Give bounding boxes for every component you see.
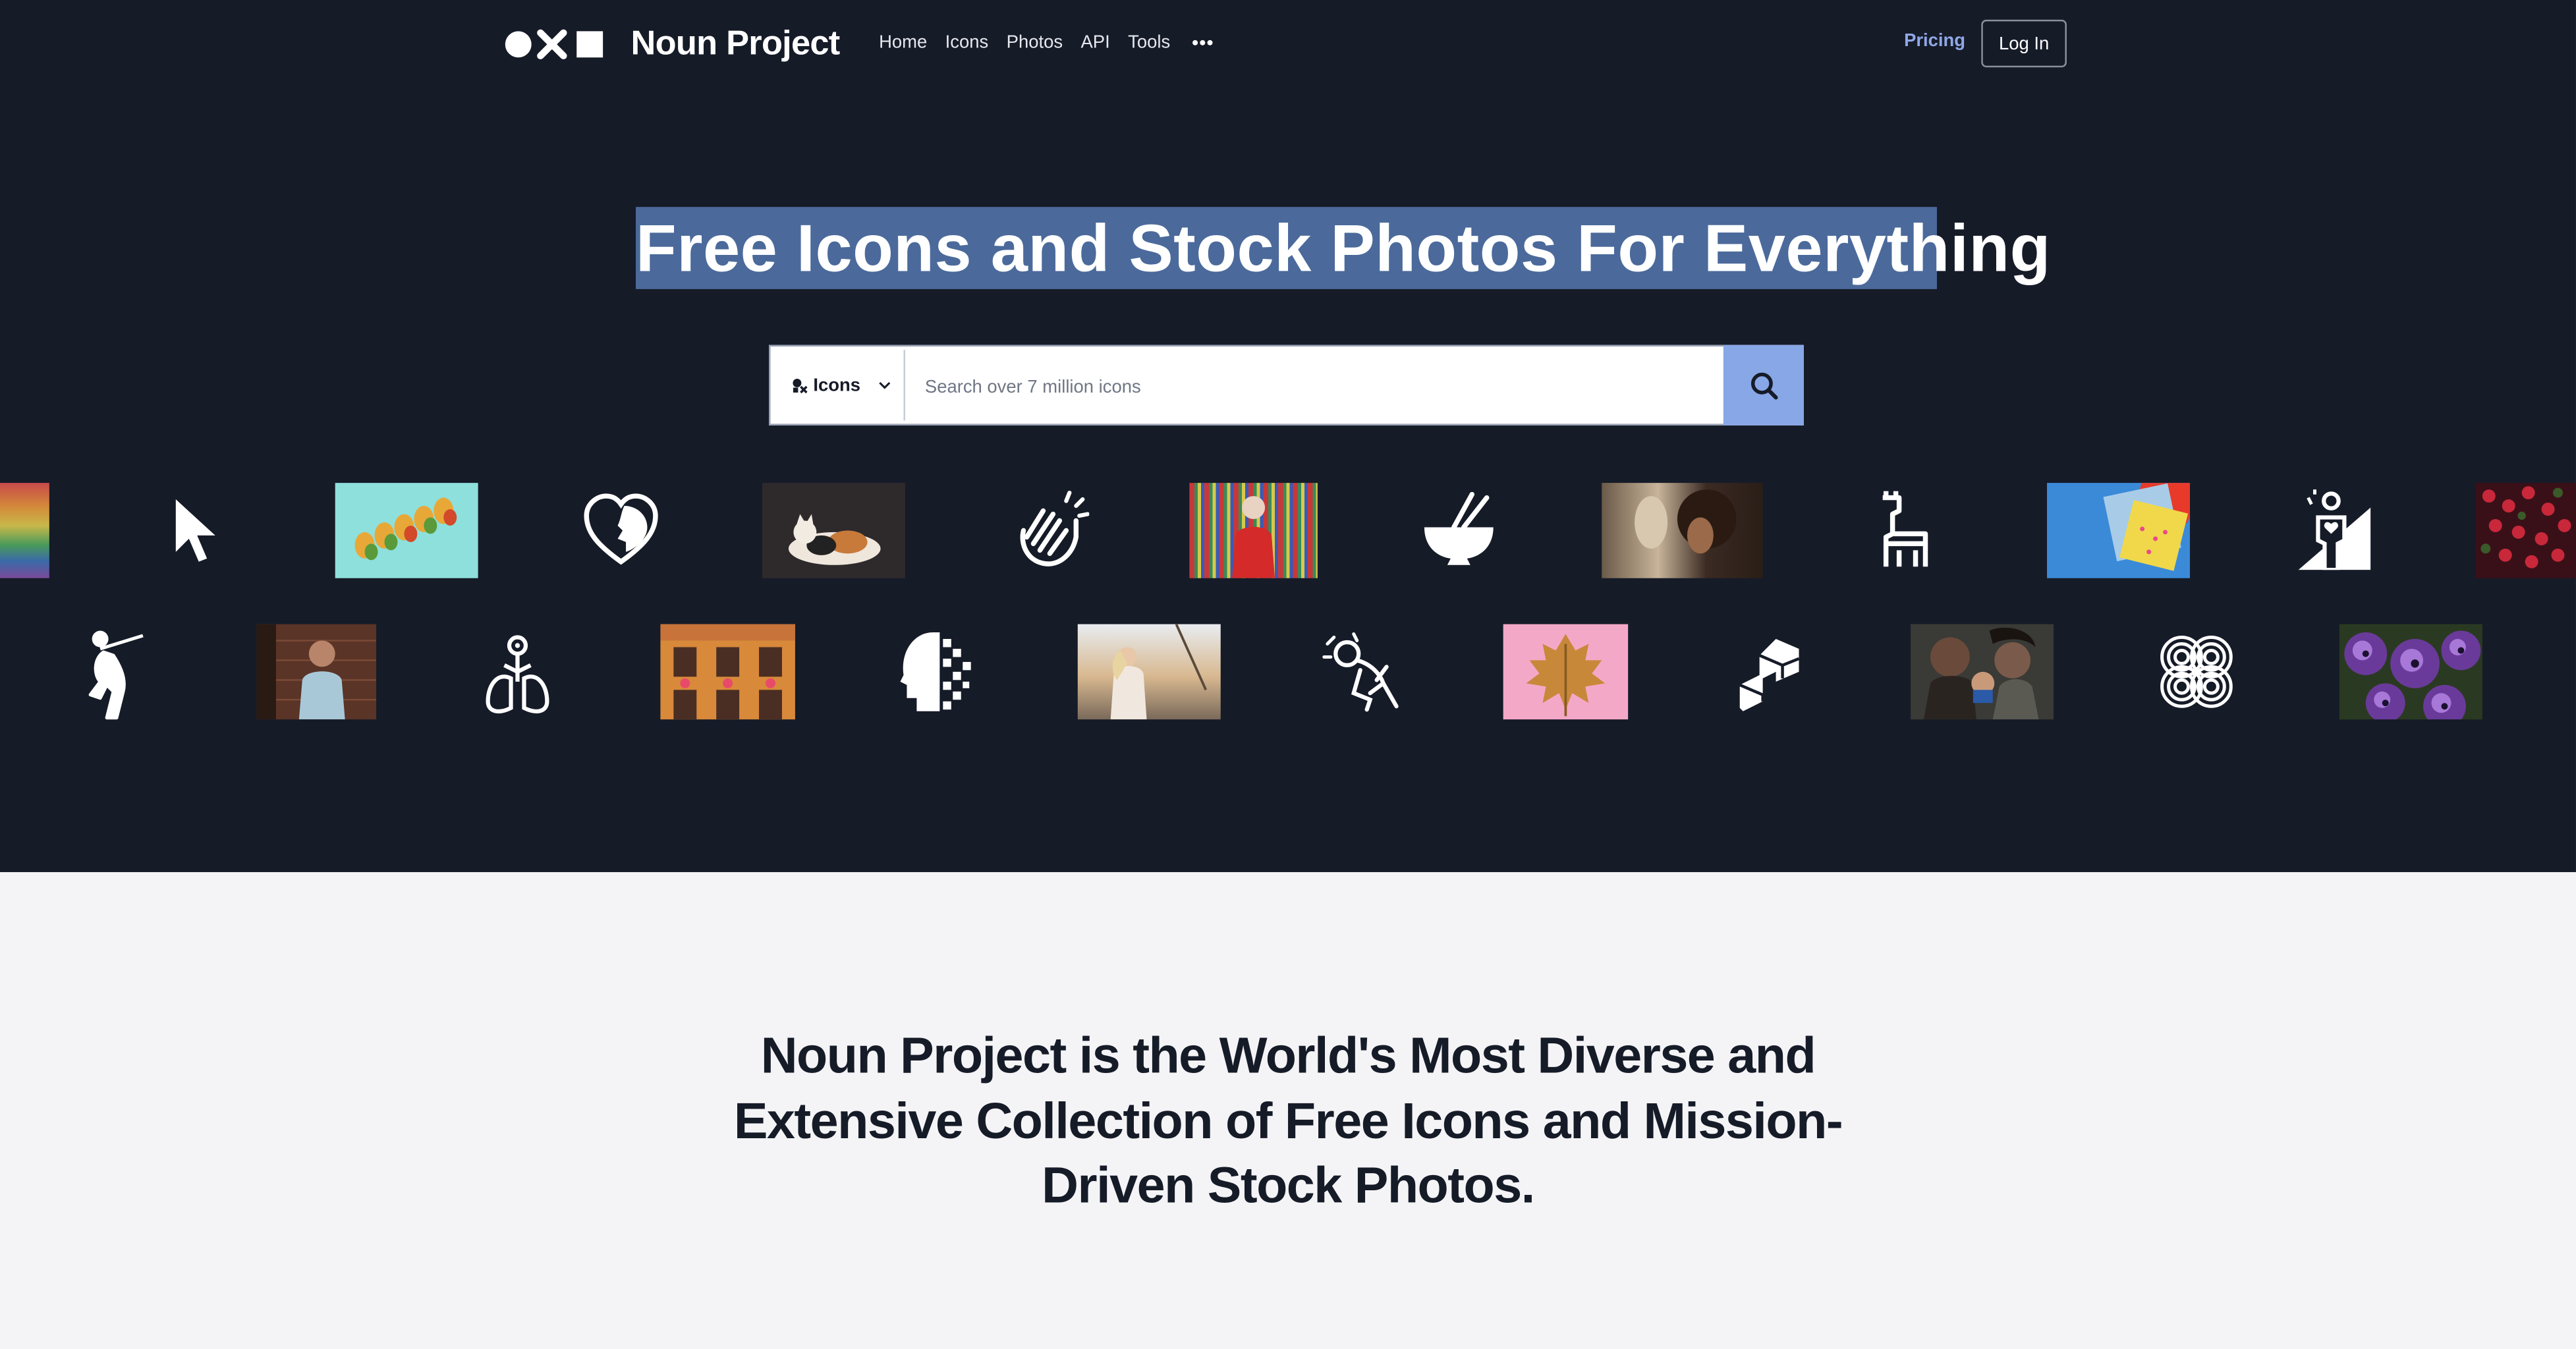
pears-photo[interactable] [335,483,478,578]
isometric-blocks-icon[interactable] [1731,631,1807,713]
nav-api[interactable]: API [1081,33,1110,53]
kneeling-figure-icon[interactable] [1321,631,1403,713]
hero-headline: Free Icons and Stock Photos For Everythi… [636,210,2051,286]
heart-windows-building-photo[interactable] [660,624,795,720]
family-baby-photo[interactable] [1911,624,2054,720]
about-tagline: Noun Project is the World's Most Diverse… [733,1026,1843,1214]
nav-home[interactable]: Home [879,33,927,53]
about-section: Noun Project is the World's Most Diverse… [0,872,2576,1349]
search-bar: Icons [769,344,1804,426]
dancer-icon[interactable] [76,624,152,723]
search-type-label: Icons [813,375,860,395]
icons-type-icon [793,377,808,393]
hero-section: Noun Project Home Icons Photos API Tools… [0,0,2576,873]
brand-logo[interactable]: Noun Project [505,21,840,67]
search-type-dropdown[interactable]: Icons [773,350,905,421]
heart-face-icon[interactable] [578,486,664,572]
pricing-link[interactable]: Pricing [1904,31,1965,51]
brand-name: Noun Project [630,24,841,63]
cursor-icon[interactable] [167,493,220,568]
llama-icon[interactable] [1866,486,1939,572]
search-button[interactable] [1723,344,1804,426]
curly-hair-woman-photo[interactable] [1602,483,1763,578]
headline-highlight: Free Icons and Stock Photos For Everythi… [636,207,2051,289]
top-navbar: Noun Project Home Icons Photos API Tools… [0,0,2576,89]
pink-leaf-photo[interactable] [1503,624,1629,720]
red-berries-photo[interactable] [2475,483,2576,578]
woman-sailboat-photo[interactable] [1077,624,1221,720]
pixel-head-icon[interactable] [895,628,974,717]
lungs-flower-icon[interactable] [480,628,555,720]
purple-flowers-photo[interactable] [2339,624,2482,720]
spiral-knot-icon[interactable] [2156,631,2238,713]
person-red-jacket-photo[interactable] [1189,483,1318,578]
nav-icons[interactable]: Icons [945,33,989,53]
search-icon [1750,372,1778,399]
rainbow-photo[interactable] [0,483,49,578]
nav-photos[interactable]: Photos [1007,33,1063,53]
login-button[interactable]: Log In [1981,19,2067,68]
calico-cat-photo[interactable] [762,483,905,578]
nav-tools[interactable]: Tools [1128,33,1170,53]
chevron-down-icon [878,381,890,389]
person-heart-ramp-icon[interactable] [2293,486,2372,572]
main-nav: Home Icons Photos API Tools [879,31,1214,54]
logo-mark-icon [505,29,603,60]
floppy-disk-photo[interactable] [2047,483,2190,578]
bowl-chopsticks-icon[interactable] [1416,489,1501,568]
more-icon[interactable] [1192,31,1215,54]
man-brick-wall-photo[interactable] [256,624,377,720]
clapping-hands-icon[interactable] [1005,486,1091,572]
search-input[interactable] [908,350,1743,424]
